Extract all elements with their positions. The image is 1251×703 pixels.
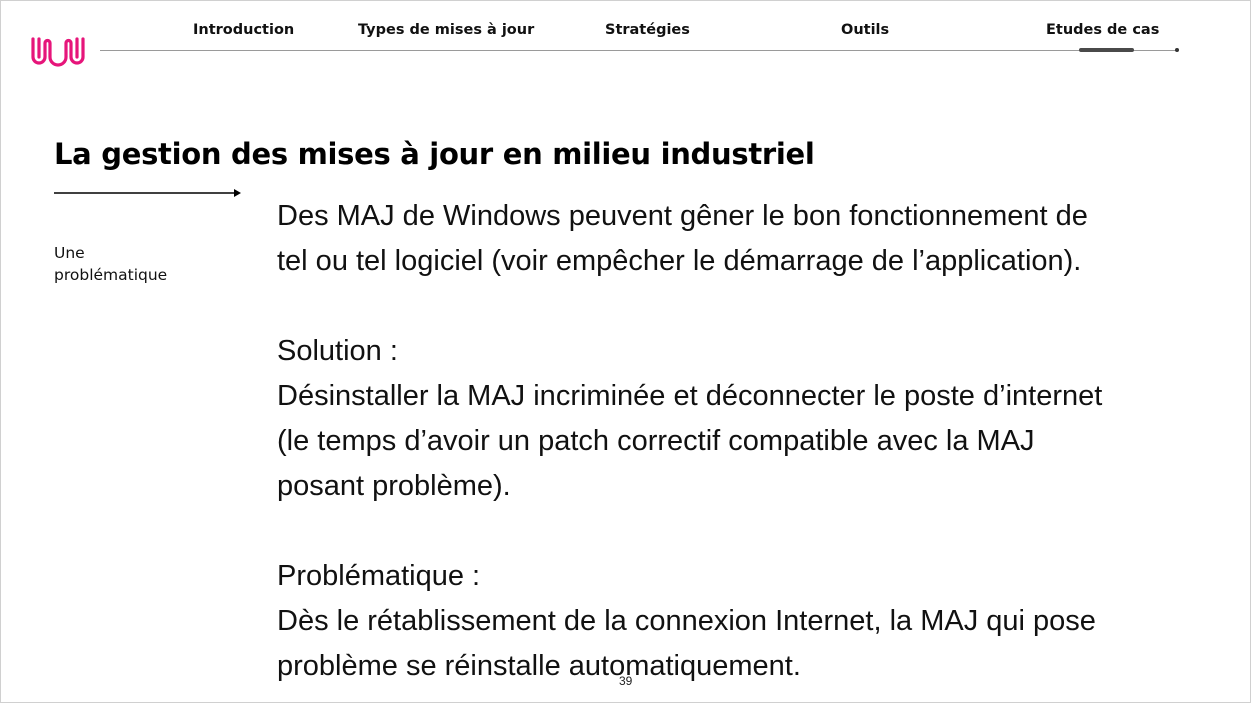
- nav-item-types-de-mises-a-jour[interactable]: Types de mises à jour: [358, 22, 534, 38]
- slide-title: La gestion des mises à jour en milieu in…: [54, 137, 815, 171]
- text-line: problème se réinstalle automatiquement.: [277, 650, 801, 682]
- nav-item-outils[interactable]: Outils: [841, 22, 889, 38]
- text-line: Désinstaller la MAJ incriminée et déconn…: [277, 380, 1103, 412]
- intro-paragraph: Des MAJ de Windows peuvent gêner le bon …: [277, 194, 1237, 284]
- nav-progress-line: [100, 50, 1177, 51]
- side-label-line: problématique: [54, 266, 168, 284]
- text-line: tel ou tel logiciel (voir empêcher le dé…: [277, 245, 1082, 277]
- nav-item-etudes-de-cas[interactable]: Etudes de cas: [1046, 22, 1159, 38]
- nav-active-indicator: [1079, 48, 1134, 52]
- text-line: Des MAJ de Windows peuvent gêner le bon …: [277, 200, 1088, 232]
- text-line: (le temps d’avoir un patch correctif com…: [277, 425, 1035, 457]
- solution-paragraph: Solution : Désinstaller la MAJ incriminé…: [277, 329, 1237, 509]
- page-number: 39: [619, 674, 633, 688]
- brand-logo-icon: [31, 37, 85, 67]
- nav-item-strategies[interactable]: Stratégies: [605, 22, 690, 38]
- slide-body: Des MAJ de Windows peuvent gêner le bon …: [277, 194, 1237, 689]
- arrow-right-icon: [54, 189, 241, 197]
- problem-heading: Problématique :: [277, 560, 481, 592]
- section-side-label: Une problématique: [54, 242, 167, 286]
- solution-heading: Solution :: [277, 335, 398, 367]
- slide: Introduction Types de mises à jour Strat…: [0, 0, 1251, 703]
- problem-paragraph: Problématique : Dès le rétablissement de…: [277, 554, 1237, 689]
- side-label-line: Une: [54, 244, 85, 262]
- text-line: posant problème).: [277, 470, 511, 502]
- nav-item-introduction[interactable]: Introduction: [193, 22, 294, 38]
- text-line: Dès le rétablissement de la connexion In…: [277, 605, 1096, 637]
- nav-end-dot: [1175, 48, 1179, 52]
